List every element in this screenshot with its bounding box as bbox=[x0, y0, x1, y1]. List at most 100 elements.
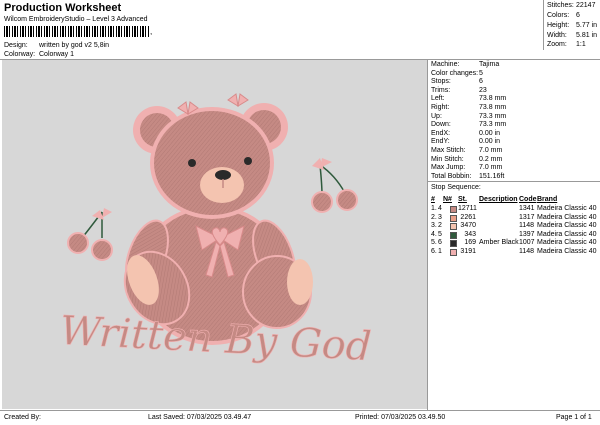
right-ear-bow bbox=[227, 93, 249, 107]
zoom-value: 1:1 bbox=[576, 41, 586, 48]
stop-cell-n: 4 bbox=[438, 205, 442, 212]
stop-cell-n: 3 bbox=[438, 213, 442, 221]
machine-field-value: 73.8 mm bbox=[479, 104, 507, 111]
machine-field-value: 5 bbox=[479, 69, 483, 77]
machine-field-value: 0.2 mm bbox=[479, 155, 503, 163]
thread-color-swatch bbox=[450, 231, 457, 239]
stop-cell-brand: Madeira Classic 40 bbox=[537, 230, 597, 238]
bear-figure bbox=[123, 93, 313, 345]
design-preview: Written By God bbox=[2, 60, 427, 409]
stop-cell-num: 5. bbox=[431, 239, 437, 247]
stop-cell-st: 3191 bbox=[460, 248, 476, 255]
barcode bbox=[4, 26, 150, 37]
height-label: Height: bbox=[547, 22, 570, 29]
machine-info-panel: Machine: Tajima Color changes: 5 Stops: 6 Trim… bbox=[428, 60, 598, 409]
bear-left-eye bbox=[188, 159, 196, 167]
stop-cell-st: 343 bbox=[464, 230, 476, 238]
stop-cell-num: 6. bbox=[431, 248, 437, 255]
stop-cell-num: 2. bbox=[431, 213, 437, 221]
machine-field-label: Left: bbox=[431, 95, 445, 103]
stitches-value: 22147 bbox=[576, 2, 596, 9]
stop-cell-code: 1148 bbox=[519, 222, 535, 230]
machine-field-label: Up: bbox=[431, 112, 442, 120]
machine-field-label: Min Stitch: bbox=[431, 155, 464, 163]
machine-field-label: Right: bbox=[431, 104, 450, 111]
colors-label: Colors: bbox=[547, 12, 570, 19]
machine-field-label: Total Bobbin: bbox=[431, 172, 472, 180]
thread-color-swatch bbox=[450, 206, 457, 213]
machine-field-value: 0.00 in bbox=[479, 129, 501, 137]
thread-color-swatch bbox=[450, 249, 457, 256]
machine-field-value: 7.0 mm bbox=[479, 147, 503, 154]
machine-field-label: Machine: bbox=[431, 61, 460, 68]
right-cherries bbox=[311, 158, 358, 213]
stop-cell-st: 169 bbox=[464, 239, 476, 247]
machine-field-label: Max Jump: bbox=[431, 164, 466, 172]
stop-header-st: St. bbox=[458, 196, 467, 203]
artwork-script-text: Written By God bbox=[59, 308, 373, 370]
machine-field-label: EndX: bbox=[431, 129, 451, 137]
zoom-label: Zoom: bbox=[547, 41, 567, 48]
machine-field-label: Stops: bbox=[431, 78, 451, 86]
stop-cell-brand: Madeira Classic 40 bbox=[537, 222, 597, 230]
height-value: 5.77 in bbox=[576, 22, 598, 29]
machine-field-value: 73.3 mm bbox=[479, 121, 507, 129]
left-cherries bbox=[67, 208, 113, 261]
summary-box: Stitches: 22147 Colors: 6 Height: 5.77 i… bbox=[543, 0, 600, 50]
stop-header-desc: Description bbox=[479, 196, 518, 203]
bear-right-eye bbox=[244, 157, 252, 165]
stop-cell-n: 6 bbox=[438, 239, 442, 247]
colorway-value: Colorway 1 bbox=[39, 51, 75, 58]
stop-header-code: Code bbox=[519, 196, 537, 203]
stop-cell-n: 2 bbox=[438, 222, 442, 230]
stop-cell-code: 1317 bbox=[519, 213, 535, 221]
stop-cell-st: 3470 bbox=[460, 222, 476, 230]
embroidery-artwork: Written By God bbox=[58, 93, 373, 370]
machine-field-value: 23 bbox=[479, 86, 487, 94]
machine-field-value: 73.3 mm bbox=[479, 112, 507, 120]
machine-field-value: 6 bbox=[479, 78, 483, 86]
stop-cell-code: 1397 bbox=[519, 230, 535, 238]
stop-cell-num: 4. bbox=[431, 230, 437, 238]
page-title: Production Worksheet bbox=[4, 2, 122, 14]
colorway-label: Colorway: bbox=[4, 51, 36, 58]
design-label: Design: bbox=[4, 42, 28, 49]
page-number: Page 1 of 1 bbox=[556, 414, 592, 421]
thread-color-swatch bbox=[450, 223, 457, 231]
stop-cell-st: 12711 bbox=[458, 205, 477, 212]
machine-field-value: 7.0 mm bbox=[479, 164, 503, 172]
software-subtitle: Wilcom EmbroideryStudio – Level 3 Advanc… bbox=[4, 16, 148, 23]
stop-cell-num: 3. bbox=[431, 222, 437, 230]
stop-cell-brand: Madeira Classic 40 bbox=[537, 239, 597, 247]
design-value: written by god v2 5,8in bbox=[39, 42, 110, 49]
stop-row: 3. 2 3470 1148 Madeira Classic 40 bbox=[428, 222, 598, 231]
last-saved: Last Saved: 07/03/2025 03.49.47 bbox=[148, 414, 252, 421]
colors-value: 6 bbox=[576, 12, 580, 19]
stop-row: 5. 6 169 Amber Black 1007 Madeira Classic 40 bbox=[428, 239, 598, 248]
thread-color-swatch bbox=[450, 214, 457, 222]
stop-cell-n: 5 bbox=[438, 230, 442, 238]
machine-field-value: 0.00 in bbox=[479, 138, 501, 146]
barcode-suffix: , bbox=[150, 27, 153, 36]
stop-cell-desc: Amber Black bbox=[479, 239, 519, 247]
stop-sequence-title: Stop Sequence: bbox=[431, 184, 481, 191]
stop-header-num: # bbox=[431, 196, 435, 203]
stop-row: 2. 3 2261 1317 Madeira Classic 40 bbox=[428, 214, 598, 222]
bear-right-foot-pad bbox=[287, 259, 313, 305]
machine-field-label: EndY: bbox=[431, 138, 450, 146]
page-footer: Created By: Last Saved: 07/03/2025 03.49… bbox=[0, 410, 600, 425]
stop-cell-num: 1. bbox=[431, 205, 437, 212]
stop-cell-brand: Madeira Classic 40 bbox=[537, 205, 597, 212]
stop-cell-brand: Madeira Classic 40 bbox=[537, 213, 597, 221]
stop-cell-code: 1007 bbox=[519, 239, 535, 247]
stop-cell-st: 2261 bbox=[460, 213, 476, 221]
stitches-label: Stitches: bbox=[547, 2, 574, 9]
machine-field-label: Color changes: bbox=[431, 69, 479, 77]
machine-field-label: Max Stitch: bbox=[431, 147, 466, 154]
stop-cell-n: 1 bbox=[438, 248, 442, 255]
machine-field-label: Trims: bbox=[431, 86, 451, 94]
machine-field-value: Tajima bbox=[479, 61, 500, 68]
created-by: Created By: bbox=[4, 414, 41, 421]
width-label: Width: bbox=[547, 32, 567, 39]
machine-field-label: Down: bbox=[431, 121, 451, 129]
